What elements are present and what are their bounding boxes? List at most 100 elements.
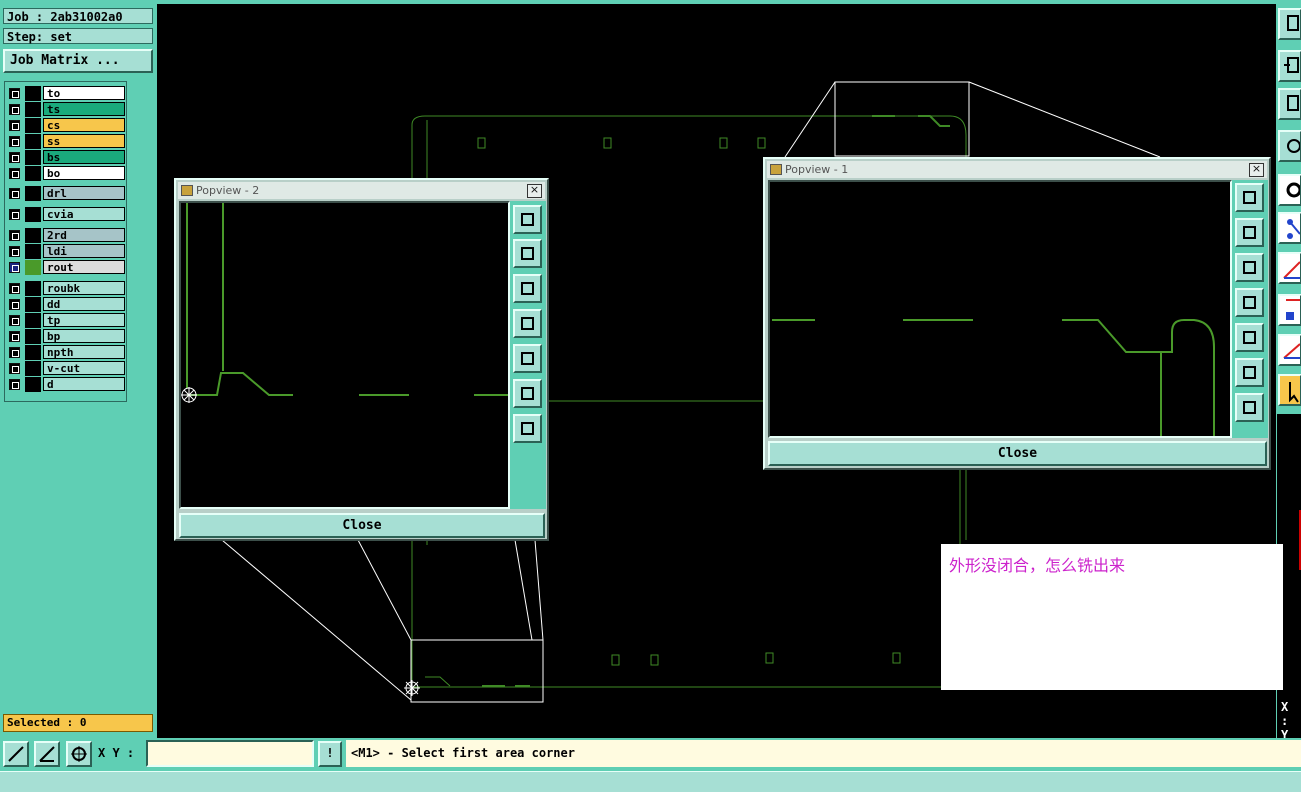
pan-right-button[interactable]: [513, 344, 542, 373]
layer-color-swatch[interactable]: [25, 281, 41, 296]
layer-name[interactable]: npth: [43, 345, 125, 359]
layer-row-drl[interactable]: drl: [7, 186, 125, 201]
layer-checkbox[interactable]: [9, 283, 20, 294]
layer-name[interactable]: cs: [43, 118, 125, 132]
layer-checkbox[interactable]: [9, 168, 20, 179]
tool-button-6[interactable]: [1278, 212, 1301, 244]
tool-button-2[interactable]: [1278, 50, 1301, 82]
popview-1-canvas[interactable]: [768, 180, 1232, 438]
layer-name[interactable]: ldi: [43, 244, 125, 258]
layer-name[interactable]: bp: [43, 329, 125, 343]
layer-row-rout[interactable]: rout: [7, 260, 125, 275]
layer-name[interactable]: roubk: [43, 281, 125, 295]
layer-row-bs[interactable]: bs: [7, 150, 125, 165]
tool-button-8[interactable]: [1278, 294, 1301, 326]
layer-row-to[interactable]: to: [7, 86, 125, 101]
tool-button-1[interactable]: [1278, 8, 1301, 40]
popview-2-titlebar[interactable]: Popview - 2 ×: [178, 182, 545, 199]
layer-checkbox[interactable]: [9, 299, 20, 310]
pan-up-button[interactable]: [513, 239, 542, 268]
tool-button-7[interactable]: [1278, 252, 1301, 284]
layer-row-tp[interactable]: tp: [7, 313, 125, 328]
layer-color-swatch[interactable]: [25, 150, 41, 165]
layer-name[interactable]: tp: [43, 313, 125, 327]
layer-checkbox[interactable]: [9, 136, 20, 147]
zoom-out-button[interactable]: [513, 414, 542, 443]
popview-2-close-button[interactable]: Close: [179, 513, 545, 538]
layer-color-swatch[interactable]: [25, 244, 41, 259]
layer-checkbox[interactable]: [9, 246, 20, 257]
layer-row-bp[interactable]: bp: [7, 329, 125, 344]
layer-name[interactable]: 2rd: [43, 228, 125, 242]
pointer-tool-button[interactable]: [1278, 374, 1301, 406]
xy-input[interactable]: [146, 740, 314, 767]
layer-color-swatch[interactable]: [25, 329, 41, 344]
tool-button-5[interactable]: [1278, 174, 1301, 206]
layer-name[interactable]: ts: [43, 102, 125, 116]
layer-color-swatch[interactable]: [25, 118, 41, 133]
layer-color-swatch[interactable]: [25, 186, 41, 201]
grid-icon[interactable]: [66, 741, 92, 767]
layer-row-bo[interactable]: bo: [7, 166, 125, 181]
layer-row-roubk[interactable]: roubk: [7, 281, 125, 296]
layer-row-ts[interactable]: ts: [7, 102, 125, 117]
layer-checkbox[interactable]: [9, 363, 20, 374]
layer-color-swatch[interactable]: [25, 313, 41, 328]
layer-name[interactable]: v-cut: [43, 361, 125, 375]
layer-name[interactable]: rout: [43, 260, 125, 274]
layer-checkbox[interactable]: [9, 88, 20, 99]
layer-checkbox[interactable]: [9, 209, 20, 220]
zoom-window-button[interactable]: [513, 205, 542, 234]
snap-angle-icon[interactable]: [34, 741, 60, 767]
pan-left-button[interactable]: [513, 309, 542, 338]
layer-name[interactable]: cvia: [43, 207, 125, 221]
close-icon[interactable]: ×: [527, 184, 542, 198]
tool-button-3[interactable]: [1278, 88, 1301, 120]
zoom-in-button[interactable]: [1235, 358, 1264, 387]
layer-name[interactable]: to: [43, 86, 125, 100]
layer-color-swatch[interactable]: [25, 166, 41, 181]
layer-name[interactable]: d: [43, 377, 125, 391]
layer-checkbox[interactable]: [9, 331, 20, 342]
layer-checkbox[interactable]: [9, 104, 20, 115]
layer-checkbox[interactable]: [9, 315, 20, 326]
layer-color-swatch[interactable]: [25, 377, 41, 392]
layer-checkbox[interactable]: [9, 120, 20, 131]
layer-name[interactable]: ss: [43, 134, 125, 148]
popview-1-titlebar[interactable]: Popview - 1 ×: [767, 161, 1267, 178]
layer-name[interactable]: bs: [43, 150, 125, 164]
close-icon[interactable]: ×: [1249, 163, 1264, 177]
pan-left-button[interactable]: [1235, 288, 1264, 317]
layer-color-swatch[interactable]: [25, 134, 41, 149]
pan-down-button[interactable]: [513, 274, 542, 303]
popview-1-close-button[interactable]: Close: [768, 441, 1267, 466]
pan-up-button[interactable]: [1235, 218, 1264, 247]
popview-2-canvas[interactable]: [179, 201, 510, 509]
layer-row-cs[interactable]: cs: [7, 118, 125, 133]
layer-row-cvia[interactable]: cvia: [7, 207, 125, 222]
layer-color-swatch[interactable]: [25, 86, 41, 101]
layer-row-ldi[interactable]: ldi: [7, 244, 125, 259]
zoom-window-button[interactable]: [1235, 183, 1264, 212]
layer-row-v-cut[interactable]: v-cut: [7, 361, 125, 376]
layer-color-swatch[interactable]: [25, 361, 41, 376]
pan-down-button[interactable]: [1235, 253, 1264, 282]
layer-checkbox[interactable]: [9, 262, 20, 273]
layer-checkbox[interactable]: [9, 230, 20, 241]
layer-checkbox[interactable]: [9, 152, 20, 163]
layer-color-swatch[interactable]: [25, 297, 41, 312]
tool-button-9[interactable]: [1278, 334, 1301, 366]
layer-color-swatch[interactable]: [25, 207, 41, 222]
layer-row-2rd[interactable]: 2rd: [7, 228, 125, 243]
tool-button-4[interactable]: [1278, 130, 1301, 162]
layer-row-dd[interactable]: dd: [7, 297, 125, 312]
snap-corner-icon[interactable]: [3, 741, 29, 767]
layer-row-ss[interactable]: ss: [7, 134, 125, 149]
layer-color-swatch[interactable]: [25, 228, 41, 243]
zoom-in-button[interactable]: [513, 379, 542, 408]
alert-button[interactable]: !: [318, 741, 342, 767]
layer-row-d[interactable]: d: [7, 377, 125, 392]
layer-checkbox[interactable]: [9, 347, 20, 358]
layer-name[interactable]: drl: [43, 186, 125, 200]
pan-right-button[interactable]: [1235, 323, 1264, 352]
